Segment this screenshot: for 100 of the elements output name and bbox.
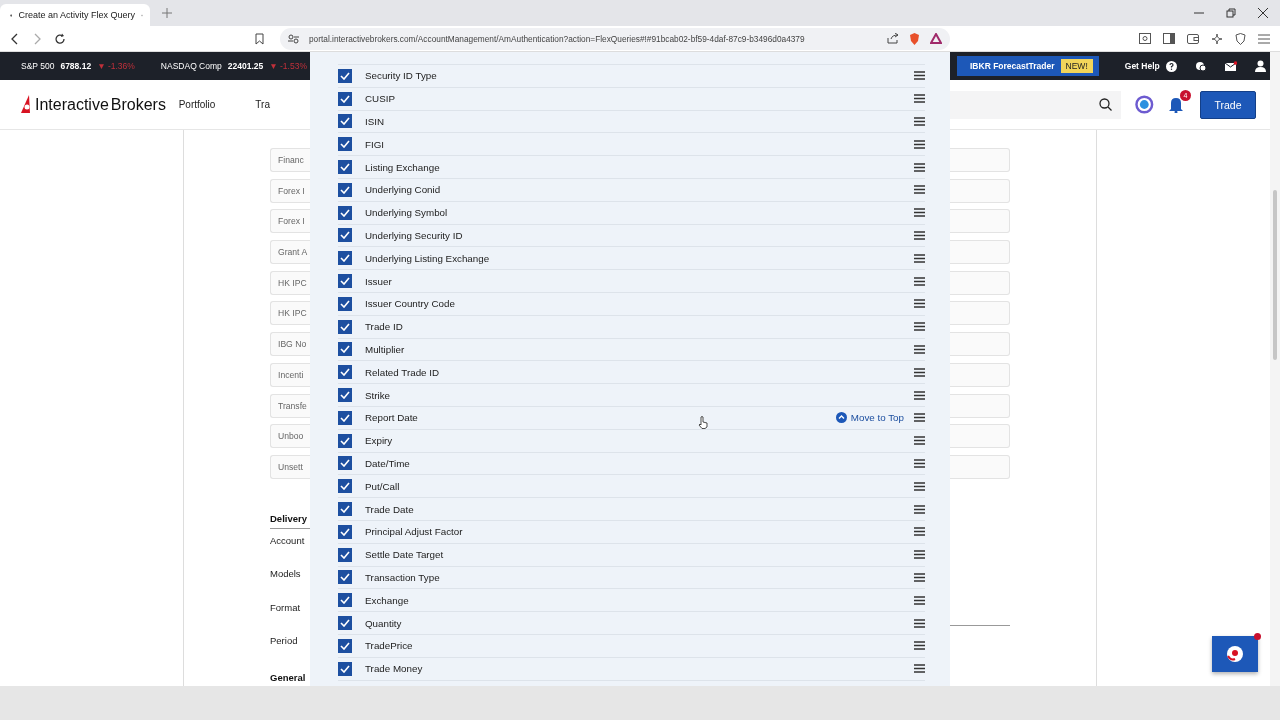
- drag-handle-icon[interactable]: [914, 94, 925, 104]
- checkbox[interactable]: [338, 68, 352, 83]
- browser-tab[interactable]: Create an Activity Flex Query: [0, 4, 150, 26]
- field-row[interactable]: Listing Exchange: [338, 156, 925, 179]
- drag-handle-icon[interactable]: [914, 390, 925, 400]
- field-row[interactable]: Trade Money: [338, 657, 925, 681]
- field-row[interactable]: Underlying Listing Exchange: [338, 247, 925, 271]
- field-row[interactable]: Related Trade ID: [338, 361, 925, 385]
- drag-handle-icon[interactable]: [914, 572, 925, 582]
- drag-handle-icon[interactable]: [914, 208, 925, 218]
- checkbox[interactable]: [338, 616, 352, 630]
- address-bar[interactable]: portal.interactivebrokers.com/AccountManagement/AmAuthentication?action=FlexQueries#!#91bcab02-bf59-4daf-87c9-b3496d0a4379: [280, 27, 950, 50]
- drag-handle-icon[interactable]: [914, 185, 925, 195]
- chat-icon[interactable]: [1194, 60, 1207, 72]
- field-row[interactable]: Issuer: [338, 270, 925, 293]
- scrollbar[interactable]: [1270, 52, 1280, 686]
- field-row[interactable]: TradePrice: [338, 634, 925, 658]
- checkbox[interactable]: [338, 388, 352, 403]
- field-row[interactable]: CUSIP: [338, 87, 925, 111]
- move-to-top-link[interactable]: Move to Top: [835, 412, 904, 424]
- drag-handle-icon[interactable]: [914, 641, 925, 651]
- checkbox[interactable]: [338, 296, 352, 311]
- reload-icon[interactable]: [54, 32, 66, 45]
- drag-handle-icon[interactable]: [914, 162, 925, 172]
- drag-handle-icon[interactable]: [914, 322, 925, 332]
- drag-handle-icon[interactable]: [914, 413, 925, 423]
- section-button[interactable]: Grant A: [270, 240, 310, 265]
- drag-handle-icon[interactable]: [914, 595, 925, 605]
- site-settings-icon[interactable]: [288, 33, 299, 44]
- sidebar-icon[interactable]: [1163, 33, 1175, 44]
- drag-handle-icon[interactable]: [914, 664, 925, 674]
- checkbox[interactable]: [338, 319, 352, 334]
- section-button[interactable]: Unsett: [270, 454, 310, 479]
- section-button[interactable]: HK IPC: [270, 301, 310, 326]
- section-button[interactable]: Forex I: [270, 178, 310, 203]
- field-row[interactable]: Trade Date: [338, 498, 925, 521]
- drag-handle-icon[interactable]: [914, 117, 925, 126]
- checkbox[interactable]: [338, 160, 352, 175]
- bookmark-icon[interactable]: [255, 32, 264, 45]
- drag-handle-icon[interactable]: [914, 367, 925, 377]
- field-row[interactable]: Trade ID: [338, 315, 925, 339]
- drag-handle-icon[interactable]: [914, 458, 925, 468]
- promo-button[interactable]: IBKR ForecastTrader NEW!: [957, 56, 1099, 76]
- triangle-icon[interactable]: [930, 33, 942, 44]
- drag-handle-icon[interactable]: [914, 504, 925, 514]
- checkbox[interactable]: [338, 410, 352, 425]
- section-button[interactable]: Forex I: [270, 209, 310, 234]
- checkbox[interactable]: [338, 342, 352, 357]
- checkbox[interactable]: [338, 274, 352, 289]
- section-button[interactable]: Incenti: [270, 362, 310, 387]
- field-row[interactable]: Underlying Conid: [338, 179, 925, 202]
- drag-handle-icon[interactable]: [914, 344, 925, 354]
- checkbox[interactable]: [338, 570, 352, 585]
- nav-link[interactable]: Tra: [255, 99, 270, 110]
- logo[interactable]: Interactive Brokers: [21, 94, 179, 115]
- section-button[interactable]: Financ: [270, 148, 310, 172]
- checkbox[interactable]: [338, 137, 352, 152]
- field-row[interactable]: Multiplier: [338, 338, 925, 362]
- checkbox[interactable]: [338, 251, 352, 266]
- help-icon[interactable]: [1165, 60, 1177, 72]
- checkbox[interactable]: [338, 547, 352, 562]
- ring-icon[interactable]: [1135, 95, 1154, 114]
- checkbox[interactable]: [338, 661, 352, 676]
- search-icon[interactable]: [1099, 98, 1113, 111]
- field-row[interactable]: Date/Time: [338, 452, 925, 476]
- checkbox[interactable]: [338, 228, 352, 243]
- field-row[interactable]: Quantity: [338, 612, 925, 635]
- back-icon[interactable]: [10, 32, 20, 45]
- bell-icon[interactable]: [1167, 96, 1184, 113]
- checkbox[interactable]: [338, 593, 352, 608]
- checkbox[interactable]: [338, 365, 352, 380]
- share-icon[interactable]: [887, 33, 899, 44]
- field-row[interactable]: Exchange: [338, 589, 925, 613]
- drag-handle-icon[interactable]: [914, 299, 925, 309]
- section-button[interactable]: Transfe: [270, 393, 310, 418]
- drag-handle-icon[interactable]: [914, 550, 925, 560]
- user-icon[interactable]: [1254, 60, 1266, 72]
- field-row[interactable]: Underlying Security ID: [338, 224, 925, 248]
- nav-link[interactable]: Portfolio: [178, 99, 216, 110]
- trade-button[interactable]: Trade: [1199, 90, 1256, 119]
- search-tab-icon[interactable]: [1139, 33, 1151, 44]
- field-row[interactable]: Transaction Type: [338, 566, 925, 590]
- field-row[interactable]: Issuer Country Code: [338, 292, 925, 316]
- wallet-icon[interactable]: [1187, 33, 1199, 44]
- field-row[interactable]: ISIN: [338, 110, 925, 134]
- checkbox[interactable]: [338, 456, 352, 471]
- checkbox[interactable]: [338, 433, 352, 448]
- drag-handle-icon[interactable]: [914, 71, 925, 81]
- drag-handle-icon[interactable]: [914, 481, 925, 491]
- drag-handle-icon[interactable]: [914, 276, 925, 286]
- field-row[interactable]: Settle Date Target: [338, 543, 925, 567]
- shield-icon[interactable]: [909, 32, 920, 45]
- section-button[interactable]: HK IPC: [270, 270, 310, 295]
- drag-handle-icon[interactable]: [914, 527, 925, 537]
- checkbox[interactable]: [338, 502, 352, 517]
- shield-icon[interactable]: [1235, 32, 1246, 45]
- section-button[interactable]: Unboo: [270, 424, 310, 449]
- checkbox[interactable]: [338, 205, 352, 220]
- restore-icon[interactable]: [1226, 8, 1236, 18]
- field-row[interactable]: Strike: [338, 384, 925, 407]
